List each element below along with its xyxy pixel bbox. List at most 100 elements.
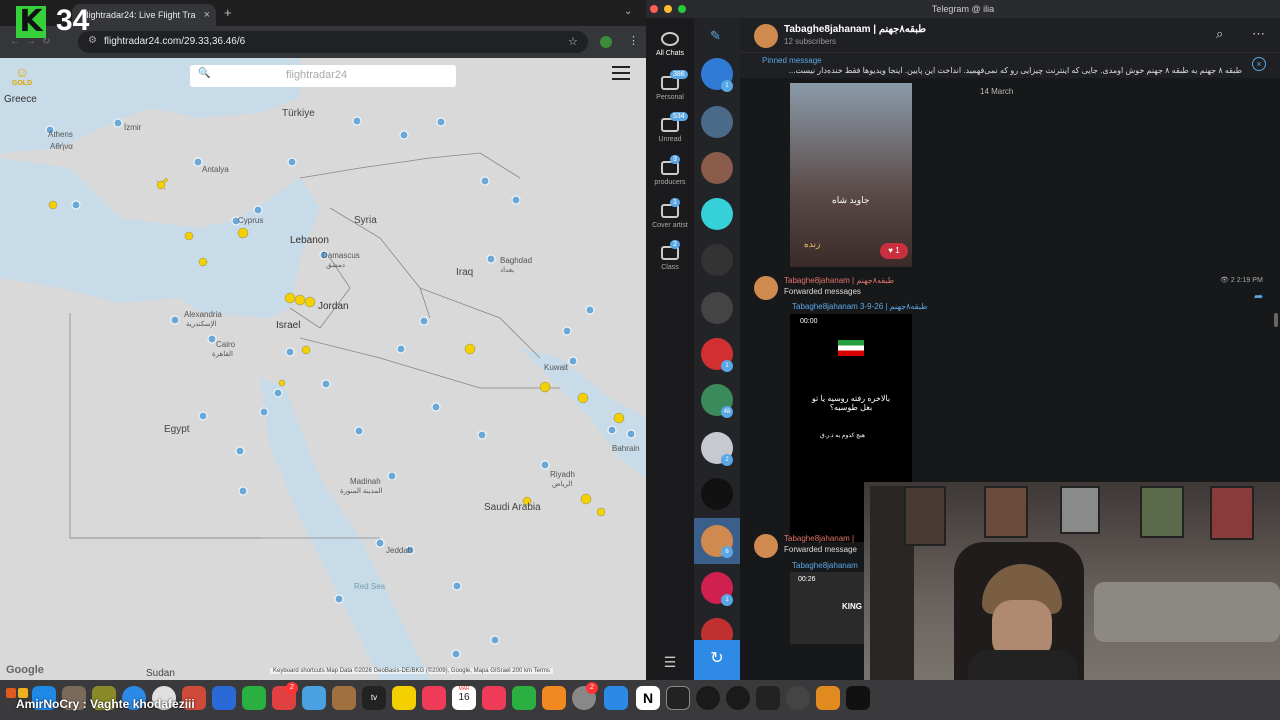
label-greece: Greece [4, 94, 37, 105]
app-icon[interactable] [786, 686, 810, 710]
forward-source[interactable]: Tabaghe8jahanam 3-9-26 | طبقه۸جهنم [792, 302, 928, 311]
chat-avatar[interactable] [701, 478, 733, 510]
video-caption: جاوید شاه [832, 195, 870, 205]
sender-avatar[interactable] [754, 534, 778, 558]
stream-chat-ticker: AmirNoCry : Vaghte khodafeziii [16, 697, 195, 711]
share-icon[interactable]: ➦ [1254, 290, 1263, 303]
flight-map[interactable]: ☺ GOLD 🔍 flightradar24 Greece Türkiye At… [0, 58, 646, 680]
app-icon[interactable] [846, 686, 870, 710]
video-duration: 00:26 [798, 576, 816, 583]
close-tab-icon[interactable]: × [204, 9, 210, 21]
label-kuwait: Kuwait [544, 363, 569, 372]
maximize-window-icon[interactable] [678, 5, 686, 13]
folder-producers[interactable]: 3 producers [646, 155, 694, 186]
video-thumbnail-1[interactable]: جاوید شاه زنده ♥ 1 [790, 83, 912, 267]
app-icon[interactable] [756, 686, 780, 710]
tab-search-icon[interactable]: ⌄ [624, 6, 632, 17]
folder-all-chats[interactable]: All Chats [646, 32, 694, 57]
webcam-overlay [864, 482, 1280, 680]
folder-unread[interactable]: 534 Unread [646, 112, 694, 143]
label-sudan: Sudan [146, 668, 175, 679]
minimize-window-icon[interactable] [664, 5, 672, 13]
app-icon[interactable] [332, 686, 356, 710]
app-icon[interactable] [816, 686, 840, 710]
pages-icon[interactable] [542, 686, 566, 710]
bookmark-star-icon[interactable]: ☆ [568, 35, 578, 48]
video-thumbnail-3[interactable]: 00:26 KING [790, 572, 870, 644]
label-athina: Αθήνα [50, 142, 73, 151]
facetime-icon[interactable] [242, 686, 266, 710]
app-icon[interactable] [302, 686, 326, 710]
browser-menu-icon[interactable]: ⋮ [628, 34, 639, 47]
mail-icon[interactable] [212, 686, 236, 710]
url-field[interactable]: ⚙ flightradar24.com/29.33,36.46/6 [78, 31, 588, 53]
webcam-poster [1210, 486, 1254, 540]
notion-icon[interactable]: N [636, 686, 660, 710]
search-icon[interactable]: ⌕ [1216, 26, 1223, 42]
chat-unread-badge: 1 [721, 360, 733, 372]
message-sender[interactable]: Tabaghe8jahanam | [784, 534, 854, 543]
channel-name[interactable]: Tabaghe8jahanam | طبقه۸جهنم [784, 24, 926, 35]
chat-avatar[interactable] [701, 152, 733, 184]
flag-icon [838, 340, 864, 356]
forward-source[interactable]: Tabaghe8jahanam [792, 561, 858, 570]
message-sender[interactable]: Tabaghe8jahanam | طبقه۸جهنم [784, 276, 894, 285]
chat-unread-badge: 1 [721, 80, 733, 92]
label-israel: Israel [276, 320, 301, 331]
messages-icon[interactable]: 2 [272, 682, 298, 710]
label-baghdad: Baghdad [500, 256, 533, 265]
folder-label: All Chats [655, 50, 684, 57]
channel-avatar[interactable] [754, 24, 778, 48]
label-bahrain: Bahrain [612, 444, 640, 453]
new-tab-icon[interactable]: + [224, 5, 232, 20]
chat-avatar[interactable] [701, 244, 733, 276]
tab-title: flightradar24: Live Flight Tra [84, 10, 196, 20]
news-icon[interactable] [482, 686, 506, 710]
folder-personal[interactable]: 386 Personal [646, 70, 694, 101]
close-window-icon[interactable] [650, 5, 658, 13]
chat-scrollbar[interactable] [1274, 313, 1278, 327]
app-store-icon[interactable] [604, 686, 628, 710]
app-icon[interactable] [726, 686, 750, 710]
map-search-input[interactable]: 🔍 flightradar24 [190, 65, 456, 87]
chat-unread-badge: 6 [721, 546, 733, 558]
apple-tv-icon[interactable]: tv [362, 686, 386, 710]
search-placeholder: flightradar24 [286, 69, 348, 81]
extension-icon[interactable] [600, 36, 612, 48]
label-syria: Syria [354, 215, 377, 226]
label-cairo: Cairo [216, 340, 236, 349]
close-pinned-icon[interactable]: × [1252, 57, 1266, 71]
webcam-poster [904, 486, 946, 546]
folder-class[interactable]: 2 Class [646, 240, 694, 271]
finder-icon[interactable] [6, 688, 16, 698]
sender-avatar[interactable] [754, 276, 778, 300]
reaction-heart[interactable]: ♥ 1 [880, 243, 908, 259]
calendar-app-icon[interactable] [666, 686, 690, 710]
webcam-sofa [1094, 582, 1280, 642]
chat-unread-badge: 1 [721, 594, 733, 606]
chat-avatar[interactable] [701, 198, 733, 230]
compose-icon[interactable]: ✎ [710, 28, 721, 44]
hamburger-menu-icon[interactable] [612, 66, 630, 80]
notes-icon[interactable] [392, 686, 416, 710]
calendar-icon[interactable]: MAR 16 [452, 686, 476, 710]
video-overlay-word: KING [842, 602, 862, 611]
tab-flightradar[interactable]: flightradar24: Live Flight Tra × [72, 4, 216, 26]
settings-sliders-icon[interactable]: ☰ [646, 654, 694, 671]
gold-subscription-button[interactable]: ☺ GOLD [10, 64, 34, 87]
numbers-icon[interactable] [512, 686, 536, 710]
label-cyprus: Cyprus [238, 216, 264, 225]
music-icon[interactable] [422, 686, 446, 710]
folder-cover-artist[interactable]: 1 Cover artist [646, 198, 694, 229]
more-options-icon[interactable]: ⋯ [1252, 26, 1265, 42]
label-riyadh: Riyadh [550, 470, 575, 479]
chat-avatar[interactable] [701, 292, 733, 324]
folder-sidebar: All Chats 386 Personal 534 Unread 3 prod… [646, 18, 694, 680]
system-settings-icon[interactable]: 2 [572, 682, 598, 710]
chat-avatar[interactable] [701, 106, 733, 138]
webcam-shirt [968, 650, 1078, 680]
refresh-icon[interactable]: ↻ [694, 640, 740, 680]
app-icon[interactable] [696, 686, 720, 710]
map-attribution[interactable]: Keyboard shortcuts Map Data ©2026 GeoBas… [270, 668, 553, 674]
pinned-message-bar[interactable]: Pinned message طبقه ۸ جهنم به طبقه ۸ جهن… [740, 52, 1280, 78]
